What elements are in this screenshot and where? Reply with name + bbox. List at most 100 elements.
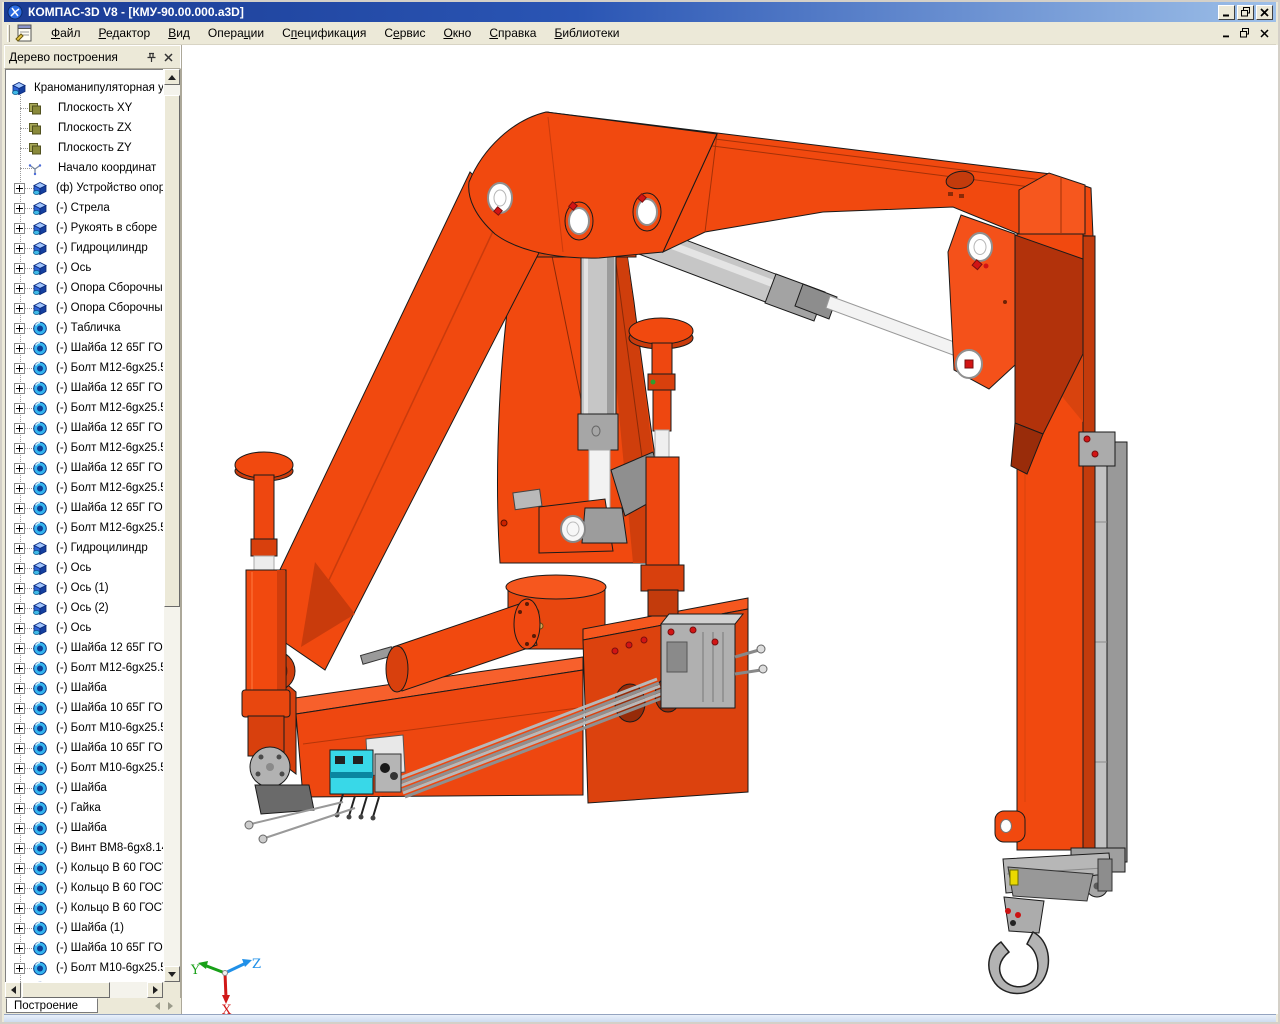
close-button[interactable] [1256, 5, 1273, 20]
tree-item[interactable]: (-) Шайба [6, 778, 163, 798]
jib-arm-assembly[interactable] [948, 173, 1127, 872]
menu-item-5[interactable]: Сервис [375, 23, 434, 43]
scroll-down-icon[interactable] [164, 966, 180, 982]
menu-item-7[interactable]: Справка [480, 23, 545, 43]
expand-plus-icon[interactable] [14, 963, 25, 974]
tree-item[interactable]: (-) Шайба [6, 818, 163, 838]
tree-item[interactable]: (-) Гидроцилиндр [6, 538, 163, 558]
expand-plus-icon[interactable] [14, 643, 25, 654]
tree-item[interactable]: (-) Кольцо В 60 ГОСТ [6, 858, 163, 878]
tree-item[interactable]: (-) Опора Сборочный [6, 298, 163, 318]
tab-construction[interactable]: Построение [6, 998, 98, 1013]
tree-item[interactable]: (-) Болт М10-6gx25.5 [6, 718, 163, 738]
mdi-close-button[interactable] [1256, 26, 1272, 40]
tree-item[interactable]: (-) Табличка [6, 318, 163, 338]
tree-item[interactable]: (-) Рукоять в сборе [6, 218, 163, 238]
expand-plus-icon[interactable] [14, 243, 25, 254]
expand-plus-icon[interactable] [14, 323, 25, 334]
expand-plus-icon[interactable] [14, 943, 25, 954]
tree-item[interactable]: (-) Шайба 12 65Г ГОС [6, 338, 163, 358]
tree-item[interactable]: (-) Болт М12-6gx25.5 [6, 358, 163, 378]
tree-item[interactable]: (-) Ось [6, 558, 163, 578]
expand-plus-icon[interactable] [14, 883, 25, 894]
expand-plus-icon[interactable] [14, 843, 25, 854]
tree-item[interactable]: (-) Болт М10-6gx25.5 [6, 758, 163, 778]
expand-plus-icon[interactable] [14, 543, 25, 554]
expand-plus-icon[interactable] [14, 803, 25, 814]
hook-block[interactable] [989, 853, 1112, 994]
tree-item[interactable]: Плоскость XY [6, 98, 163, 118]
scroll-up-icon[interactable] [164, 69, 180, 85]
scroll-right-icon[interactable] [147, 982, 163, 998]
3d-viewport[interactable]: Y Z X [181, 45, 1280, 1014]
expand-plus-icon[interactable] [14, 783, 25, 794]
tree-vertical-scrollbar[interactable] [163, 69, 180, 982]
panel-close-icon[interactable] [161, 50, 176, 64]
horizontal-scroll-thumb[interactable] [22, 982, 110, 998]
expand-plus-icon[interactable] [14, 743, 25, 754]
tree-item[interactable]: Плоскость ZY [6, 138, 163, 158]
expand-plus-icon[interactable] [14, 363, 25, 374]
tree-item[interactable]: (-) Ось (1) [6, 578, 163, 598]
tree-item[interactable]: (-) Шайба 10 65Г ГОС [6, 698, 163, 718]
expand-plus-icon[interactable] [14, 383, 25, 394]
tree-item[interactable]: (-) Болт М12-6gx25.5 [6, 438, 163, 458]
tree-item[interactable]: (-) Шайба 12 65Г ГОС [6, 638, 163, 658]
toolbar-grip[interactable] [7, 25, 10, 42]
tree-item[interactable]: (-) Ось [6, 618, 163, 638]
menu-item-8[interactable]: Библиотеки [545, 23, 628, 43]
expand-plus-icon[interactable] [14, 563, 25, 574]
expand-plus-icon[interactable] [14, 703, 25, 714]
menu-item-6[interactable]: Окно [434, 23, 480, 43]
expand-plus-icon[interactable] [14, 483, 25, 494]
tree-item[interactable]: (-) Болт М10-6gx25.5 [6, 958, 163, 978]
tree-item[interactable]: (-) Шайба [6, 678, 163, 698]
expand-plus-icon[interactable] [14, 923, 25, 934]
scroll-left-icon[interactable] [5, 982, 21, 998]
tree-item[interactable]: (ф) Устройство опор [6, 178, 163, 198]
menu-item-1[interactable]: Редактор [90, 23, 160, 43]
expand-plus-icon[interactable] [14, 463, 25, 474]
tree-item[interactable]: (-) Ось (2) [6, 598, 163, 618]
expand-plus-icon[interactable] [14, 223, 25, 234]
minimize-button[interactable] [1218, 5, 1235, 20]
expand-plus-icon[interactable] [14, 683, 25, 694]
expand-plus-icon[interactable] [14, 603, 25, 614]
tree-item[interactable]: (-) Опора Сборочный [6, 278, 163, 298]
expand-plus-icon[interactable] [14, 203, 25, 214]
menu-item-4[interactable]: Спецификация [273, 23, 375, 43]
tree-item[interactable]: (-) Болт М12-6gx25.5 [6, 658, 163, 678]
tree-item[interactable]: (-) Шайба 10 65Г ГОС [6, 738, 163, 758]
expand-plus-icon[interactable] [14, 903, 25, 914]
tree-item[interactable]: (-) Стрела [6, 198, 163, 218]
expand-plus-icon[interactable] [14, 283, 25, 294]
tree-item[interactable]: (-) Кольцо В 60 ГОСТ [6, 878, 163, 898]
tree-item[interactable]: (-) Болт М12-6gx25.5 [6, 398, 163, 418]
tree-item[interactable]: (-) Шайба 12 65Г ГОС [6, 498, 163, 518]
crane-model[interactable]: Y Z X [182, 45, 1280, 1014]
expand-plus-icon[interactable] [14, 723, 25, 734]
tree-item[interactable]: Начало координат [6, 158, 163, 178]
expand-plus-icon[interactable] [14, 423, 25, 434]
pin-icon[interactable] [144, 50, 159, 64]
expand-plus-icon[interactable] [14, 523, 25, 534]
menu-item-3[interactable]: Операции [199, 23, 273, 43]
tab-prev-icon[interactable] [155, 1002, 160, 1010]
expand-plus-icon[interactable] [14, 503, 25, 514]
menu-item-2[interactable]: Вид [159, 23, 199, 43]
tree-item[interactable]: (-) Кольцо В 60 ГОСТ [6, 898, 163, 918]
tree-item[interactable]: (-) Болт М12-6gx25.5 [6, 518, 163, 538]
tab-next-icon[interactable] [168, 1002, 173, 1010]
expand-plus-icon[interactable] [14, 763, 25, 774]
expand-plus-icon[interactable] [14, 663, 25, 674]
expand-plus-icon[interactable] [14, 303, 25, 314]
tree-item[interactable]: (-) Шайба 10 65Г ГОС [6, 938, 163, 958]
tree-horizontal-scrollbar[interactable] [5, 982, 163, 998]
restore-button[interactable] [1237, 5, 1254, 20]
tree-item[interactable]: (-) Шайба 12 65Г ГОС [6, 378, 163, 398]
mdi-minimize-button[interactable] [1218, 26, 1234, 40]
expand-plus-icon[interactable] [14, 343, 25, 354]
tree-item[interactable]: (-) Винт ВМ8-6gx8.14 [6, 838, 163, 858]
tree-item[interactable]: (-) Шайба (1) [6, 918, 163, 938]
expand-plus-icon[interactable] [14, 443, 25, 454]
